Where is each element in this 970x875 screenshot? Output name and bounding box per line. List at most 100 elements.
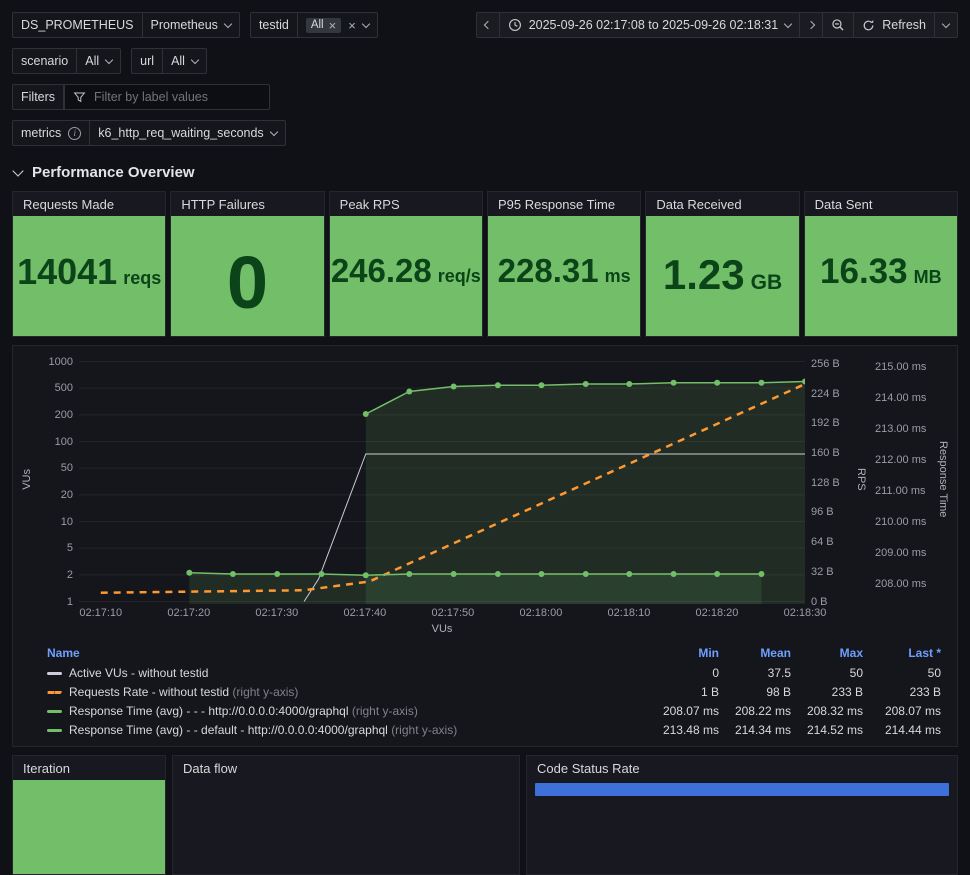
url-select[interactable]: All	[163, 48, 207, 74]
series-color-icon	[47, 710, 62, 713]
zoom-out-button[interactable]	[823, 12, 854, 38]
stat-value-area: 1.23 GB	[646, 216, 798, 336]
panel-title[interactable]: P95 Response Time	[488, 192, 640, 216]
legend-series-name[interactable]: Requests Rate - without testid (right y-…	[47, 683, 657, 702]
legend-max: 208.32 ms	[791, 702, 863, 721]
legend-header: Name Min Mean Max Last *	[47, 644, 941, 663]
scenario-select[interactable]: All	[77, 48, 121, 74]
legend-series-name[interactable]: Response Time (avg) - - default - http:/…	[47, 721, 657, 740]
testid-chip[interactable]: All ×	[306, 18, 341, 33]
legend-max: 233 B	[791, 683, 863, 702]
url-value: All	[171, 54, 185, 68]
legend-row: Response Time (avg) - - - http://0.0.0.0…	[47, 702, 941, 721]
stat-panel-data-sent: Data Sent 16.33 MB	[804, 191, 958, 337]
info-icon[interactable]: i	[68, 127, 81, 140]
chevron-down-icon	[224, 19, 232, 27]
time-range-button[interactable]: 2025-09-26 02:17:08 to 2025-09-26 02:18:…	[500, 12, 801, 38]
stat-unit: ms	[605, 266, 631, 287]
chart-legend: Name Min Mean Max Last * Active VUs - wi…	[19, 638, 951, 742]
timeseries-plot[interactable]	[79, 354, 805, 604]
refresh-button[interactable]: Refresh	[854, 12, 935, 38]
data-flow-body	[173, 780, 519, 874]
legend-mean: 214.34 ms	[719, 721, 791, 740]
panel-title[interactable]: Requests Made	[13, 192, 165, 216]
iteration-stat-body	[13, 780, 165, 874]
testid-label: testid	[250, 12, 298, 38]
stat-value-area: 14041 reqs	[13, 216, 165, 336]
legend-col-last[interactable]: Last *	[863, 644, 941, 663]
filter-input[interactable]	[92, 89, 261, 105]
stat-value: 228.31	[498, 254, 599, 287]
panel-title[interactable]: Code Status Rate	[527, 756, 957, 780]
series-color-icon	[47, 672, 62, 675]
data-flow-panel: Data flow	[172, 755, 520, 875]
stat-unit: MB	[914, 267, 942, 288]
panel-title[interactable]: Data Sent	[805, 192, 957, 216]
legend-min: 213.48 ms	[657, 721, 719, 740]
stat-panel-requests-made: Requests Made 14041 reqs	[12, 191, 166, 337]
refresh-interval-button[interactable]	[935, 12, 958, 38]
series-label: Requests Rate - without testid	[69, 685, 229, 699]
code-status-bar	[535, 783, 949, 796]
stat-value-area: 246.28 req/s	[330, 216, 482, 336]
legend-col-max[interactable]: Max	[791, 644, 863, 663]
legend-min: 1 B	[657, 683, 719, 702]
metrics-picker: metrics i k6_http_req_waiting_seconds	[12, 120, 286, 146]
panel-title[interactable]: Iteration	[13, 756, 165, 780]
stat-value-area: 228.31 ms	[488, 216, 640, 336]
testid-chip-label: All	[311, 19, 324, 31]
panel-title[interactable]: Data flow	[173, 756, 519, 780]
clock-icon	[508, 18, 522, 32]
series-axis-note: (right y-axis)	[352, 704, 418, 718]
clear-values-icon[interactable]: ×	[348, 19, 356, 32]
url-label: url	[131, 48, 163, 74]
stat-value: 246.28	[331, 254, 432, 287]
legend-series-name[interactable]: Active VUs - without testid	[47, 664, 657, 683]
legend-series-name[interactable]: Response Time (avg) - - - http://0.0.0.0…	[47, 702, 657, 721]
chip-remove-icon[interactable]: ×	[329, 19, 337, 32]
stat-value: 14041	[17, 254, 117, 290]
code-status-body	[527, 780, 957, 874]
legend-col-name[interactable]: Name	[47, 644, 657, 663]
x-axis-title: VUs	[79, 623, 805, 638]
time-range-text: 2025-09-26 02:17:08 to 2025-09-26 02:18:…	[529, 18, 779, 32]
panel-title[interactable]: Data Received	[646, 192, 798, 216]
bottom-panels-row: Iteration Data flow Code Status Rate	[0, 755, 970, 875]
stats-row: Requests Made 14041 reqs HTTP Failures 0…	[0, 191, 970, 337]
chevron-right-icon	[807, 21, 815, 29]
time-shift-back-button[interactable]	[476, 12, 500, 38]
refresh-icon	[862, 19, 875, 32]
chevron-down-icon	[269, 127, 277, 135]
code-status-rate-panel: Code Status Rate	[526, 755, 958, 875]
stat-value: 1.23	[663, 254, 745, 296]
legend-max: 214.52 ms	[791, 721, 863, 740]
metrics-select[interactable]: k6_http_req_waiting_seconds	[90, 120, 285, 146]
adhoc-filters: Filters	[12, 84, 270, 110]
legend-col-min[interactable]: Min	[657, 644, 719, 663]
time-shift-forward-button[interactable]	[800, 12, 823, 38]
iteration-panel: Iteration	[12, 755, 166, 875]
y-axis-response-time-ticks: 215.00 ms214.00 ms213.00 ms212.00 ms211.…	[869, 354, 935, 604]
testid-select[interactable]: All × ×	[298, 12, 378, 38]
url-picker: url All	[131, 48, 207, 74]
legend-last: 214.44 ms	[863, 721, 941, 740]
panel-title[interactable]: Peak RPS	[330, 192, 482, 216]
y-axis-title-response-time: Response Time	[935, 354, 951, 604]
section-performance-overview[interactable]: Performance Overview	[0, 156, 970, 191]
stat-panel-p95-response-time: P95 Response Time 228.31 ms	[487, 191, 641, 337]
y-axis-rps-ticks: 256 B224 B192 B160 B128 B96 B64 B32 B0 B	[805, 354, 853, 604]
chevron-down-icon	[362, 19, 370, 27]
legend-mean: 98 B	[719, 683, 791, 702]
timeseries-panel: VUs 1000500200100502010521 02:17:1002:17…	[12, 345, 958, 747]
datasource-value: Prometheus	[151, 18, 218, 32]
stat-unit: GB	[751, 271, 783, 295]
datasource-select[interactable]: Prometheus	[143, 12, 240, 38]
y-axis-title-left: VUs	[19, 354, 35, 604]
panel-title[interactable]: HTTP Failures	[171, 192, 323, 216]
plot-column: 02:17:1002:17:2002:17:3002:17:4002:17:50…	[79, 354, 805, 638]
legend-min: 0	[657, 664, 719, 683]
stat-value-area: 0	[171, 216, 323, 336]
filters-label: Filters	[12, 84, 64, 110]
legend-col-mean[interactable]: Mean	[719, 644, 791, 663]
series-label: Response Time (avg) - - default - http:/…	[69, 723, 388, 737]
